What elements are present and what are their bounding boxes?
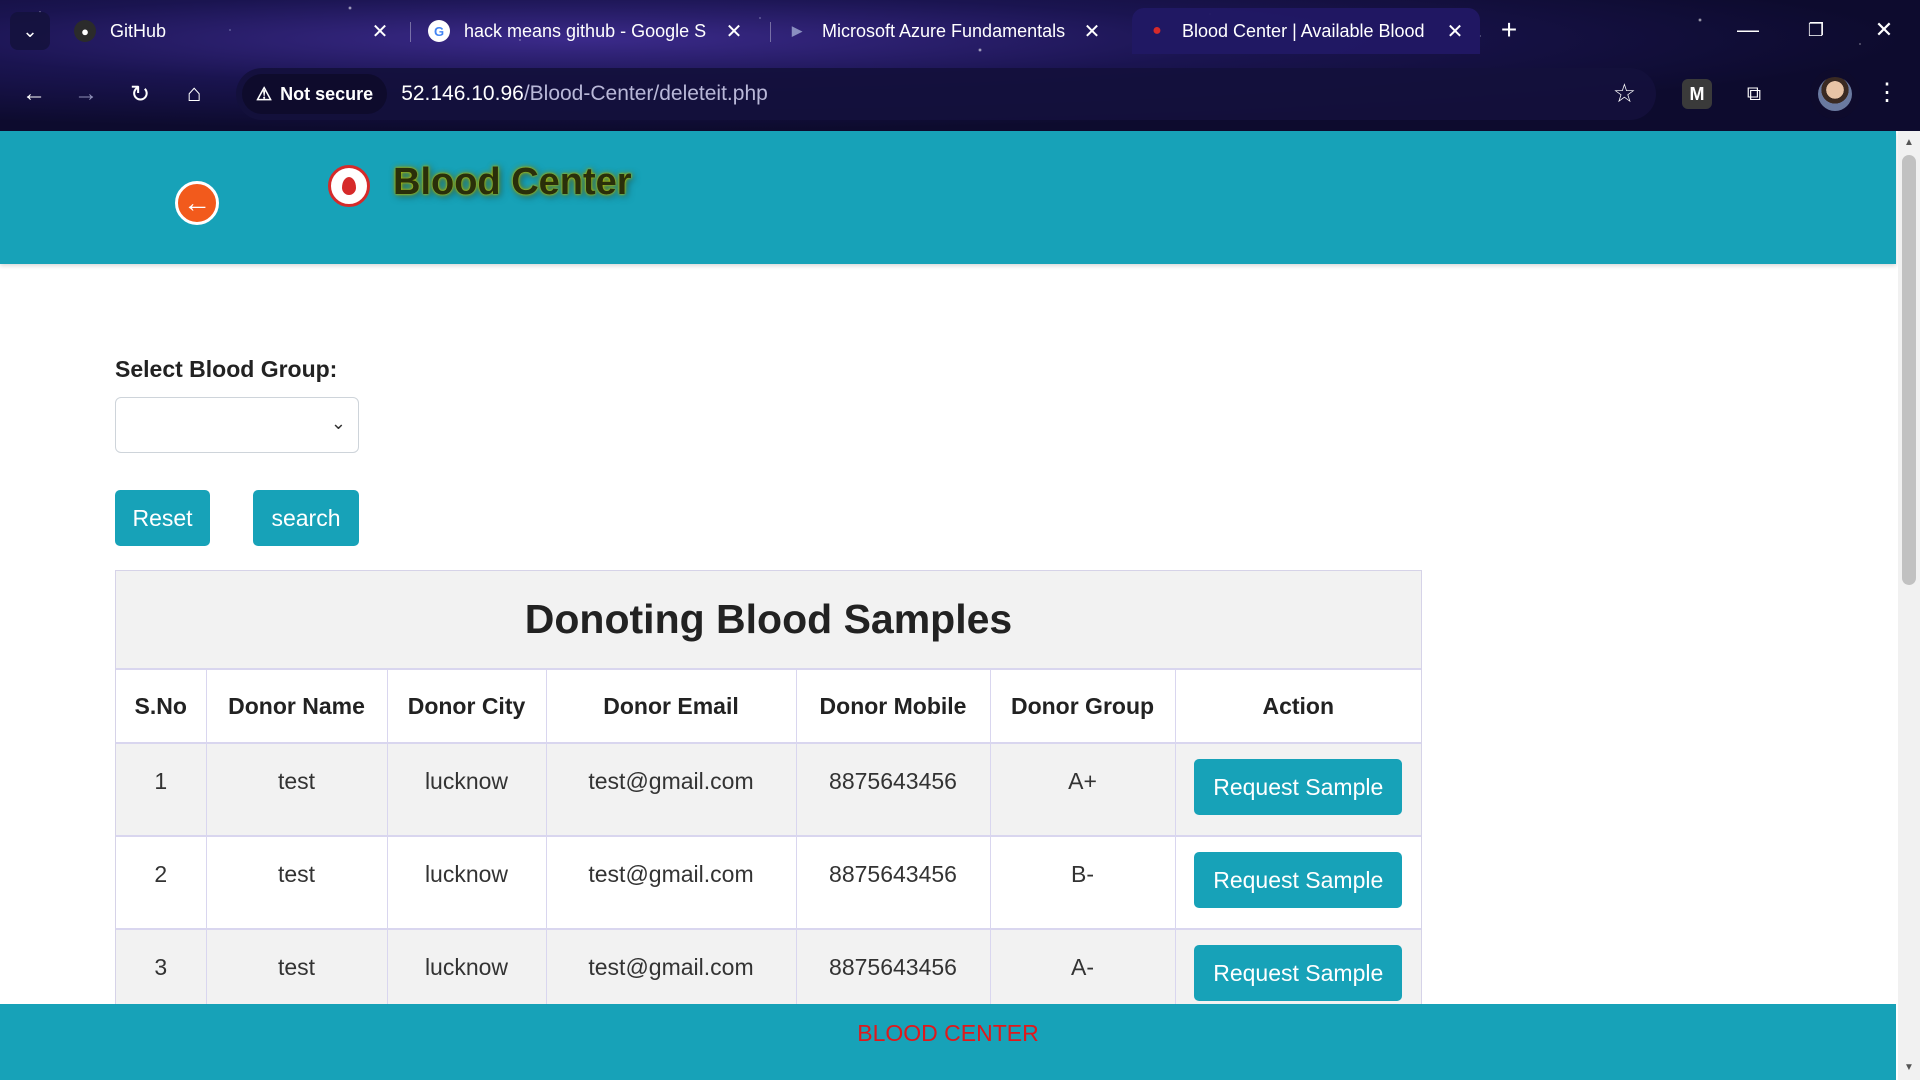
- window-close-button[interactable]: ✕: [1856, 8, 1912, 52]
- column-header-sno: S.No: [116, 670, 207, 744]
- google-icon: G: [428, 20, 450, 42]
- tab-github[interactable]: ● GitHub ✕: [60, 8, 405, 54]
- tab-blood-center[interactable]: ● Blood Center | Available Blood ✕: [1132, 8, 1480, 54]
- cell-name: test: [206, 743, 388, 837]
- blood-group-label: Select Blood Group:: [115, 356, 338, 382]
- cell-email: test@gmail.com: [546, 743, 797, 837]
- home-icon[interactable]: ⌂: [174, 74, 214, 114]
- site-header: ← Blood Center: [0, 131, 1896, 264]
- blood-center-logo: [328, 165, 370, 207]
- avatar-image: [1818, 77, 1852, 111]
- browser-menu-icon[interactable]: ⋮: [1872, 78, 1902, 107]
- table-header-row: S.No Donor Name Donor City Donor Email D…: [116, 670, 1421, 744]
- cell-group: B-: [990, 836, 1176, 930]
- url-path: /Blood-Center/deleteit.php: [523, 82, 768, 105]
- request-sample-button[interactable]: Request Sample: [1194, 852, 1403, 908]
- cell-name: test: [206, 836, 388, 930]
- column-header-mobile: Donor Mobile: [796, 670, 991, 744]
- tab-separator: [770, 22, 771, 42]
- reset-button[interactable]: Reset: [115, 490, 210, 546]
- request-sample-button[interactable]: Request Sample: [1194, 759, 1403, 815]
- security-label: Not secure: [280, 83, 374, 104]
- footer-text: BLOOD CENTER: [857, 1020, 1039, 1046]
- site-footer: BLOOD CENTER: [0, 1004, 1896, 1080]
- column-header-email: Donor Email: [546, 670, 797, 744]
- extensions-puzzle-icon[interactable]: ⧉: [1736, 76, 1772, 112]
- tab-separator: [410, 22, 411, 42]
- cell-sno: 1: [116, 743, 207, 837]
- close-icon[interactable]: ✕: [1444, 19, 1466, 44]
- chevron-down-icon: ⌄: [22, 20, 38, 41]
- page-scrollbar[interactable]: ▲ ▼: [1898, 131, 1920, 1080]
- blood-group-select[interactable]: ⌄: [115, 397, 359, 453]
- url-text[interactable]: 52.146.10.96/Blood-Center/deleteit.php: [401, 82, 768, 106]
- request-sample-button[interactable]: Request Sample: [1194, 945, 1403, 1001]
- cell-action: Request Sample: [1175, 836, 1421, 930]
- reload-icon[interactable]: ↻: [120, 74, 160, 114]
- extension-m-icon[interactable]: M: [1682, 79, 1712, 109]
- cell-email: test@gmail.com: [546, 836, 797, 930]
- arrow-left-icon: ←: [183, 187, 211, 218]
- close-icon[interactable]: ✕: [1081, 19, 1103, 44]
- close-icon[interactable]: ✕: [369, 19, 391, 44]
- tab-search-button[interactable]: ⌄: [10, 12, 50, 50]
- close-icon[interactable]: ✕: [723, 19, 745, 44]
- column-header-action: Action: [1175, 670, 1421, 744]
- github-icon: ●: [74, 20, 96, 42]
- chevron-down-icon: ⌄: [330, 413, 346, 433]
- page-viewport: ← Blood Center Select Blood Group: ⌄ Res…: [0, 131, 1898, 1080]
- tab-azure[interactable]: ▶ Microsoft Azure Fundamentals ✕: [772, 8, 1117, 54]
- column-header-group: Donor Group: [990, 670, 1176, 744]
- tab-title: hack means github - Google S: [464, 20, 707, 41]
- cell-mobile: 8875643456: [796, 743, 991, 837]
- blood-drop-icon: ●: [1152, 22, 1162, 39]
- forward-arrow-icon[interactable]: →: [66, 74, 106, 114]
- blood-drop-icon: [342, 177, 356, 195]
- scrollbar-thumb[interactable]: [1902, 155, 1916, 585]
- minimize-button[interactable]: —: [1720, 8, 1776, 52]
- browser-toolbar: ← → ↻ ⌂ ⚠ Not secure 52.146.10.96/Blood-…: [0, 60, 1920, 128]
- search-button[interactable]: search: [253, 490, 359, 546]
- donor-table: S.No Donor Name Donor City Donor Email D…: [116, 670, 1421, 1023]
- scroll-down-icon[interactable]: ▼: [1898, 1058, 1920, 1078]
- column-header-city: Donor City: [387, 670, 547, 744]
- azure-icon: ▶: [792, 23, 802, 38]
- bookmark-star-icon[interactable]: ☆: [1613, 78, 1636, 109]
- browser-chrome: ⌄ ● GitHub ✕ G hack means github - Googl…: [0, 0, 1920, 131]
- cell-group: A+: [990, 743, 1176, 837]
- back-button[interactable]: ←: [175, 181, 219, 225]
- tab-strip: ⌄ ● GitHub ✕ G hack means github - Googl…: [0, 0, 1920, 60]
- table-row: 1 test lucknow test@gmail.com 8875643456…: [116, 743, 1421, 837]
- panel-title: Donoting Blood Samples: [116, 571, 1421, 670]
- new-tab-button[interactable]: +: [1492, 14, 1526, 48]
- tab-title: Blood Center | Available Blood: [1182, 20, 1425, 41]
- column-header-name: Donor Name: [206, 670, 388, 744]
- security-indicator[interactable]: ⚠ Not secure: [242, 74, 388, 114]
- address-bar[interactable]: ⚠ Not secure 52.146.10.96/Blood-Center/d…: [236, 68, 1656, 120]
- warning-icon: ⚠: [256, 83, 273, 104]
- cell-action: Request Sample: [1175, 743, 1421, 837]
- cell-mobile: 8875643456: [796, 836, 991, 930]
- tab-title: Microsoft Azure Fundamentals: [822, 20, 1066, 41]
- site-title: Blood Center: [393, 161, 632, 203]
- scroll-up-icon[interactable]: ▲: [1898, 133, 1920, 153]
- cell-sno: 2: [116, 836, 207, 930]
- cell-city: lucknow: [387, 743, 547, 837]
- profile-avatar[interactable]: [1810, 69, 1860, 119]
- tab-title: GitHub: [110, 20, 167, 41]
- url-host: 52.146.10.96: [401, 82, 524, 105]
- table-row: 2 test lucknow test@gmail.com 8875643456…: [116, 836, 1421, 930]
- restore-button[interactable]: ❐: [1788, 8, 1844, 52]
- tab-google[interactable]: G hack means github - Google S ✕: [414, 8, 759, 54]
- cell-city: lucknow: [387, 836, 547, 930]
- back-arrow-icon[interactable]: ←: [14, 74, 54, 114]
